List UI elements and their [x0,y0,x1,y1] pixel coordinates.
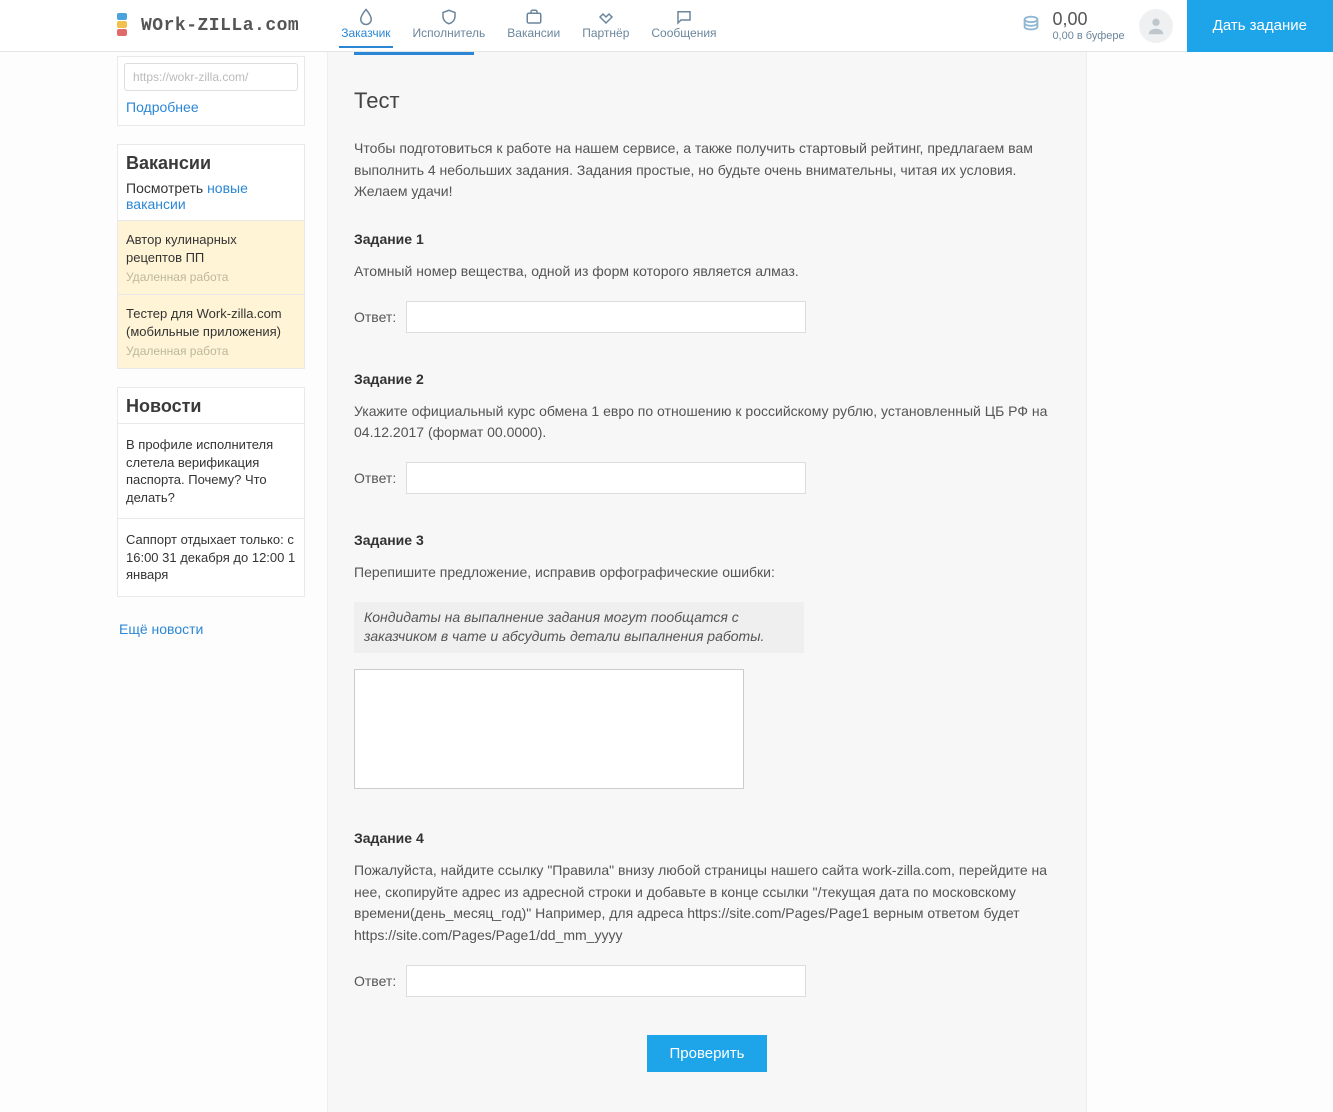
intro-text: Чтобы подготовиться к работе на нашем се… [354,138,1060,203]
task3-body: Перепишите предложение, исправив орфогра… [354,562,1060,584]
vacancy-title: Тестер для Work-zilla.com (мобильные при… [126,305,296,340]
task3-quote: Кондидаты на выпалнение задания могут по… [354,602,804,653]
sidebar: https://wokr-zilla.com/ Подробнее Ваканс… [117,56,305,637]
nav-label: Сообщения [651,26,716,40]
balance-amount: 0,00 [1052,9,1124,30]
vacancy-sub: Удаленная работа [126,270,296,284]
coins-icon [1020,13,1042,38]
nav-label: Заказчик [341,26,390,40]
main-content: Тест Чтобы подготовиться к работе на наш… [327,52,1087,1112]
nav-messages[interactable]: Сообщения [649,4,718,48]
page-title: Тест [354,88,1060,114]
task4-title: Задание 4 [354,830,1060,846]
chat-icon [672,8,696,26]
task2-body: Укажите официальный курс обмена 1 евро п… [354,401,1060,444]
balance-buffer: 0,00 в буфере [1052,30,1124,42]
referral-more-link[interactable]: Подробнее [118,99,304,125]
vacancy-item[interactable]: Тестер для Work-zilla.com (мобильные при… [118,294,304,368]
task2-answer-input[interactable] [406,462,806,494]
top-nav: Заказчик Исполнитель Вакансии Партнёр Со… [339,4,718,48]
vacancy-item[interactable]: Автор кулинарных рецептов ПП Удаленная р… [118,220,304,294]
news-item[interactable]: В профиле исполнителя слетела верификаци… [118,423,304,518]
news-title: Новости [118,388,304,423]
briefcase-icon [522,8,546,26]
balance-block[interactable]: 0,00 0,00 в буфере [1020,9,1124,42]
sidebar-news-box: Новости В профиле исполнителя слетела ве… [117,387,305,597]
task4-answer-input[interactable] [406,965,806,997]
handshake-icon [594,8,618,26]
shield-icon [437,8,461,26]
logo[interactable]: WOrk-ZILLa.com [117,13,299,39]
task1-answer-input[interactable] [406,301,806,333]
task1-body: Атомный номер вещества, одной из форм ко… [354,261,1060,283]
check-button[interactable]: Проверить [647,1035,766,1072]
sidebar-referral-box: https://wokr-zilla.com/ Подробнее [117,56,305,126]
nav-label: Вакансии [507,26,560,40]
avatar[interactable] [1139,9,1173,43]
task3-title: Задание 3 [354,532,1060,548]
news-more-link[interactable]: Ещё новости [117,615,305,637]
nav-vacancies[interactable]: Вакансии [505,4,562,48]
droplet-icon [354,8,378,26]
nav-customer[interactable]: Заказчик [339,4,392,48]
logo-text: WOrk-ZILLa.com [141,16,299,36]
nav-label: Исполнитель [413,26,486,40]
vacancies-title: Вакансии [118,145,304,180]
task1-title: Задание 1 [354,231,1060,247]
sidebar-vacancies-box: Вакансии Посмотреть новые вакансии Автор… [117,144,305,369]
answer-label: Ответ: [354,309,396,325]
create-task-button[interactable]: Дать задание [1187,0,1333,52]
nav-executor[interactable]: Исполнитель [411,4,488,48]
vacancy-title: Автор кулинарных рецептов ПП [126,231,296,266]
answer-label: Ответ: [354,973,396,989]
task4-body: Пожалуйста, найдите ссылку "Правила" вни… [354,860,1060,947]
referral-url[interactable]: https://wokr-zilla.com/ [124,63,298,91]
vacancy-sub: Удаленная работа [126,344,296,358]
nav-partner[interactable]: Партнёр [580,4,631,48]
topbar-right: 0,00 0,00 в буфере Дать задание [1020,0,1333,52]
answer-label: Ответ: [354,470,396,486]
task3-answer-textarea[interactable] [354,669,744,789]
vacancies-subtitle: Посмотреть новые вакансии [118,180,304,220]
logo-icon [117,13,137,39]
nav-label: Партнёр [582,26,629,40]
task2-title: Задание 2 [354,371,1060,387]
topbar: WOrk-ZILLa.com Заказчик Исполнитель Вака… [0,0,1333,52]
news-item[interactable]: Саппорт отдыхает только: с 16:00 31 дека… [118,518,304,596]
